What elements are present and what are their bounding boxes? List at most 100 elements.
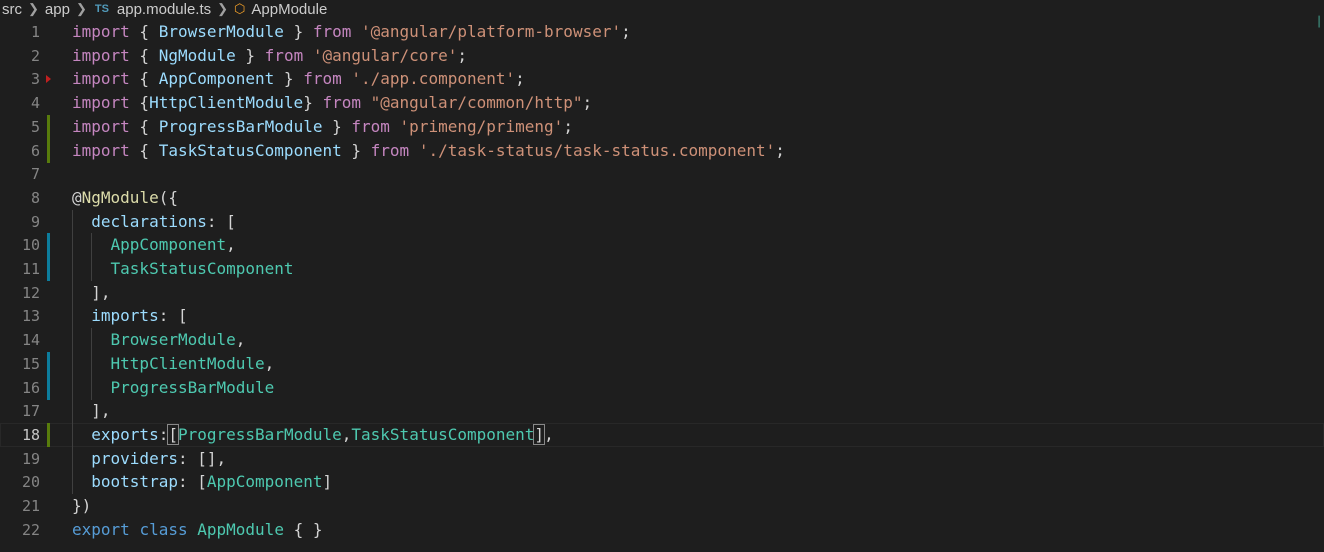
line-number[interactable]: 2 — [0, 44, 40, 68]
gutter-modified-marker[interactable] — [47, 257, 50, 281]
gutter-deleted-marker[interactable] — [46, 75, 51, 84]
code-token: 'primeng/primeng' — [399, 116, 564, 136]
gutter-modified-marker[interactable] — [47, 375, 50, 400]
code-text: export class AppModule { } — [72, 518, 322, 542]
code-line[interactable]: 14 BrowserModule, — [0, 328, 1324, 353]
gutter-added-marker[interactable] — [47, 422, 50, 447]
code-line[interactable]: 13 imports: [ — [0, 304, 1324, 329]
code-token: AppModule — [197, 519, 284, 539]
code-token: : — [158, 424, 169, 444]
code-token: { } — [283, 519, 323, 539]
gutter-added-marker[interactable] — [47, 114, 50, 139]
chevron-right-icon: ❯ — [217, 1, 229, 16]
breadcrumb-item-app[interactable]: app — [43, 1, 72, 18]
code-line[interactable]: 20 bootstrap: [AppComponent] — [0, 470, 1324, 495]
gutter-added-marker[interactable] — [47, 138, 50, 163]
code-token: @ — [72, 187, 82, 207]
code-line[interactable]: 7 — [0, 162, 1324, 186]
code-text: imports: [ — [72, 304, 187, 328]
code-token: from — [351, 116, 390, 136]
breadcrumb-item-symbol[interactable]: AppModule — [249, 1, 329, 18]
code-token: NgModule — [158, 45, 236, 65]
code-line[interactable]: 8 @NgModule({ — [0, 186, 1324, 210]
code-token: AppComponent — [206, 472, 323, 492]
line-number[interactable]: 16 — [0, 376, 40, 400]
code-line[interactable]: 21}) — [0, 494, 1324, 518]
code-line[interactable]: 9 declarations: [ — [0, 209, 1324, 234]
code-line[interactable]: 15 HttpClientModule, — [0, 351, 1324, 376]
breadcrumb-item-src[interactable]: src — [0, 1, 24, 18]
line-number[interactable]: 6 — [0, 139, 40, 163]
code-token: } — [283, 22, 313, 41]
code-line[interactable]: 22 export class AppModule { } — [0, 518, 1324, 542]
line-number[interactable]: 5 — [0, 115, 40, 139]
code-text: import { TaskStatusComponent } from './t… — [72, 139, 785, 163]
line-number[interactable]: 18 — [0, 423, 40, 447]
code-line[interactable]: 2 import { NgModule } from '@angular/core… — [0, 44, 1324, 68]
line-number[interactable]: 1 — [0, 20, 40, 44]
breadcrumb-item-file[interactable]: app.module.ts — [115, 1, 213, 18]
code-line[interactable]: 12 ], — [0, 280, 1324, 305]
line-number[interactable]: 13 — [0, 304, 40, 328]
code-text: BrowserModule, — [72, 328, 246, 352]
code-line[interactable]: 10 AppComponent, — [0, 233, 1324, 258]
code-editor[interactable]: 1 import { BrowserModule } from '@angular… — [0, 20, 1324, 552]
line-number[interactable]: 12 — [0, 281, 40, 305]
code-line[interactable]: 3 import { AppComponent } from './app.com… — [0, 67, 1324, 91]
code-token: ], — [72, 282, 111, 302]
code-text: import { NgModule } from '@angular/core'… — [72, 44, 467, 68]
line-number[interactable]: 4 — [0, 91, 40, 115]
line-number[interactable]: 14 — [0, 328, 40, 352]
code-token: '@angular/core' — [312, 45, 458, 65]
code-line[interactable]: 6 import { TaskStatusComponent } from './… — [0, 138, 1324, 163]
chevron-right-icon: ❯ — [75, 1, 87, 16]
code-text: import { BrowserModule } from '@angular/… — [72, 20, 631, 44]
code-text: bootstrap: [AppComponent] — [72, 470, 332, 494]
code-token: ; — [563, 116, 573, 136]
code-line[interactable]: 17 ], — [0, 399, 1324, 424]
code-token: ; — [457, 45, 467, 65]
code-line[interactable]: 5 import { ProgressBarModule } from 'prim… — [0, 114, 1324, 139]
line-number[interactable]: 9 — [0, 210, 40, 234]
gutter-modified-marker[interactable] — [47, 233, 50, 258]
code-token: import — [72, 116, 130, 136]
line-number[interactable]: 11 — [0, 257, 40, 281]
code-token: { — [129, 140, 159, 160]
line-number[interactable]: 8 — [0, 186, 40, 210]
line-number[interactable]: 10 — [0, 233, 40, 257]
line-number[interactable]: 15 — [0, 352, 40, 376]
code-line[interactable]: 11 TaskStatusComponent — [0, 257, 1324, 281]
code-line[interactable]: 16 ProgressBarModule — [0, 375, 1324, 400]
code-token: { — [129, 93, 150, 113]
code-token: "@angular/common/http" — [370, 93, 583, 113]
code-token: BrowserModule — [158, 22, 284, 41]
gutter-modified-marker[interactable] — [47, 351, 50, 376]
code-token: { — [129, 45, 159, 65]
line-number[interactable]: 20 — [0, 470, 40, 494]
code-token: './app.component' — [351, 69, 516, 89]
code-line[interactable]: 1 import { BrowserModule } from '@angular… — [0, 20, 1324, 44]
line-number[interactable]: 21 — [0, 494, 40, 518]
code-line[interactable]: 4 import {HttpClientModule} from "@angula… — [0, 91, 1324, 115]
code-token: TaskStatusComponent — [351, 424, 535, 444]
line-number[interactable]: 7 — [0, 162, 40, 186]
line-number[interactable]: 19 — [0, 447, 40, 471]
code-token: declarations — [91, 211, 207, 231]
code-line[interactable]: 18 exports:[ProgressBarModule,TaskStatus… — [0, 422, 1324, 447]
line-number[interactable]: 22 — [0, 518, 40, 542]
code-token: ; — [515, 69, 525, 89]
code-line[interactable]: 19 providers: [], — [0, 446, 1324, 471]
code-token: class — [139, 519, 188, 539]
code-token: ; — [775, 140, 785, 160]
line-number[interactable]: 17 — [0, 399, 40, 423]
code-token: } — [303, 93, 323, 113]
line-number[interactable]: 3 — [0, 67, 40, 91]
